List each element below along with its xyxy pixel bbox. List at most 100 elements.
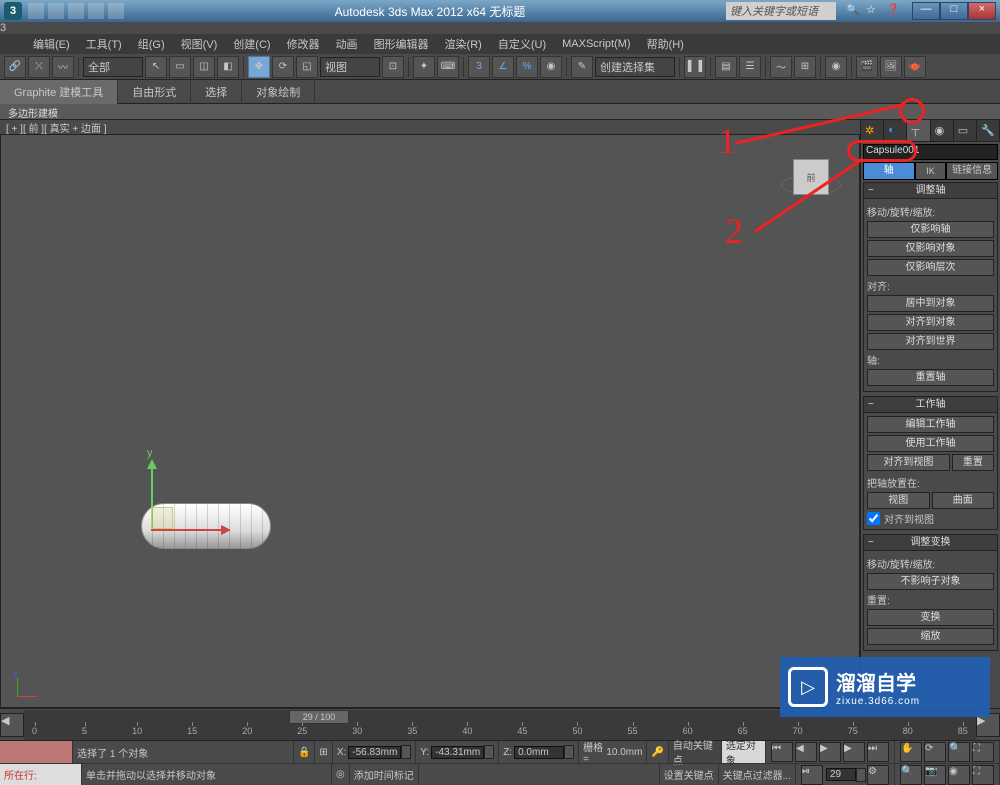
- menu-animation[interactable]: 动画: [328, 34, 366, 54]
- viewport-label[interactable]: [ + ][ 前 ][ 真实 + 边面 ]: [0, 120, 860, 134]
- coord-y-spinner[interactable]: [484, 745, 494, 759]
- time-tag-button[interactable]: 添加时间标记: [350, 764, 419, 785]
- nav-pan-icon[interactable]: ✋: [900, 742, 922, 762]
- percent-snap-icon[interactable]: %: [516, 56, 538, 78]
- use-working-pivot-button[interactable]: 使用工作轴: [867, 435, 994, 452]
- menu-tools[interactable]: 工具(T): [78, 34, 130, 54]
- exchange-icon[interactable]: ❓: [886, 3, 902, 19]
- menu-edit[interactable]: 编辑(E): [25, 34, 78, 54]
- subtab-linkinfo[interactable]: 链接信息: [946, 162, 998, 180]
- rollout-adjustpivot-header[interactable]: 调整轴: [864, 183, 997, 199]
- align-icon[interactable]: ▤: [715, 56, 737, 78]
- named-selection-dropdown[interactable]: 创建选择集: [595, 57, 675, 77]
- goto-start-icon[interactable]: ⏮: [771, 742, 793, 762]
- align-to-world-button[interactable]: 对齐到世界: [867, 333, 994, 350]
- select-region-icon[interactable]: ◫: [193, 56, 215, 78]
- snap-toggle-icon[interactable]: 3: [468, 56, 490, 78]
- coord-y-field[interactable]: -43.31mm: [431, 746, 484, 759]
- time-slider-handle[interactable]: 29 / 100: [289, 710, 349, 724]
- scale-icon[interactable]: ◱: [296, 56, 318, 78]
- qat-save-icon[interactable]: [68, 3, 84, 19]
- render-setup-icon[interactable]: 🎬: [856, 56, 878, 78]
- mirror-icon[interactable]: ▌▐: [684, 56, 706, 78]
- select-icon[interactable]: ↖: [145, 56, 167, 78]
- close-button[interactable]: ×: [968, 2, 996, 20]
- nav-maxtoggle-icon[interactable]: ⛶: [972, 765, 994, 785]
- window-crossing-icon[interactable]: ◧: [217, 56, 239, 78]
- menu-maxscript[interactable]: MAXScript(M): [554, 36, 638, 52]
- select-name-icon[interactable]: ▭: [169, 56, 191, 78]
- nav-arc-icon[interactable]: ⟳: [924, 742, 946, 762]
- dont-affect-children-button[interactable]: 不影响子对象: [867, 573, 994, 590]
- minimize-button[interactable]: —: [912, 2, 940, 20]
- layer-field[interactable]: 所在行:: [0, 764, 82, 785]
- rollout-workingpivot-header[interactable]: 工作轴: [864, 397, 997, 413]
- timeline-prev-icon[interactable]: ◀: [0, 713, 24, 737]
- bind-spacewarp-icon[interactable]: 〰: [52, 56, 74, 78]
- cmd-tab-display[interactable]: ▭: [954, 120, 977, 141]
- coord-z-field[interactable]: 0.0mm: [514, 746, 564, 759]
- rollout-adjusttransform-header[interactable]: 调整变换: [864, 535, 997, 551]
- play-icon[interactable]: ▶: [819, 742, 841, 762]
- cmd-tab-hierarchy[interactable]: ┬: [907, 120, 930, 141]
- menu-rendering[interactable]: 渲染(R): [437, 34, 490, 54]
- autokey-button[interactable]: 自动关键点: [669, 741, 722, 763]
- rotate-icon[interactable]: ⟳: [272, 56, 294, 78]
- nav-orbit-icon[interactable]: ◉: [948, 765, 970, 785]
- edit-named-sel-icon[interactable]: ✎: [571, 56, 593, 78]
- menu-modifiers[interactable]: 修改器: [279, 34, 328, 54]
- setkey-button[interactable]: 设置关键点: [660, 764, 719, 785]
- place-view-button[interactable]: 视图: [867, 492, 930, 509]
- material-editor-icon[interactable]: ◉: [825, 56, 847, 78]
- center-to-object-button[interactable]: 居中到对象: [867, 295, 994, 312]
- current-frame-field[interactable]: 29: [826, 768, 856, 781]
- nav-max-icon[interactable]: ⛶: [972, 742, 994, 762]
- app-menu-icon[interactable]: 3: [4, 2, 22, 20]
- cmd-tab-modify[interactable]: ◐: [884, 120, 907, 141]
- schematic-view-icon[interactable]: ⊞: [794, 56, 816, 78]
- render-icon[interactable]: 🫖: [904, 56, 926, 78]
- affect-object-only-button[interactable]: 仅影响对象: [867, 240, 994, 257]
- spinner-snap-icon[interactable]: ◉: [540, 56, 562, 78]
- move-icon[interactable]: ✥: [248, 56, 270, 78]
- place-surface-button[interactable]: 曲面: [932, 492, 995, 509]
- reset-scale-button[interactable]: 缩放: [867, 628, 994, 645]
- menu-grapheditors[interactable]: 图形编辑器: [366, 34, 437, 54]
- cmd-tab-motion[interactable]: ◉: [931, 120, 954, 141]
- isolate-icon[interactable]: ◎: [332, 764, 350, 785]
- qat-open-icon[interactable]: [48, 3, 64, 19]
- subtab-ik[interactable]: IK: [915, 162, 947, 180]
- reset-transform-button[interactable]: 变换: [867, 609, 994, 626]
- prev-frame-icon[interactable]: ◀: [795, 742, 817, 762]
- menu-views[interactable]: 视图(V): [173, 34, 226, 54]
- reset-pivot-button[interactable]: 重置轴: [867, 369, 994, 386]
- ribbon-freeform-tab[interactable]: 自由形式: [118, 80, 191, 104]
- link-icon[interactable]: 🔗: [4, 56, 26, 78]
- nav-zoom2-icon[interactable]: 🔍: [900, 765, 922, 785]
- absolute-mode-icon[interactable]: ⊞: [315, 741, 332, 763]
- nav-zoom-icon[interactable]: 🔍: [948, 742, 970, 762]
- menu-group[interactable]: 组(G): [130, 34, 173, 54]
- ribbon-graphite-tab[interactable]: Graphite 建模工具: [0, 80, 118, 104]
- coord-z-spinner[interactable]: [564, 745, 574, 759]
- infocenter-icon[interactable]: 🔍: [846, 3, 862, 19]
- key-filter-button[interactable]: 关键点过滤器...: [719, 764, 796, 785]
- keyboard-shortcut-icon[interactable]: ⌨: [437, 56, 459, 78]
- cmd-tab-create[interactable]: ✲: [861, 120, 884, 141]
- qat-new-icon[interactable]: [28, 3, 44, 19]
- pivot-center-icon[interactable]: ⊡: [382, 56, 404, 78]
- viewcube[interactable]: 前: [793, 159, 829, 195]
- coord-x-field[interactable]: -56.83mm: [348, 746, 401, 759]
- ribbon-selection-tab[interactable]: 选择: [191, 80, 242, 104]
- cmd-tab-utilities[interactable]: 🔧: [977, 120, 1000, 141]
- edit-working-pivot-button[interactable]: 编辑工作轴: [867, 416, 994, 433]
- qat-redo-icon[interactable]: [108, 3, 124, 19]
- maximize-button[interactable]: □: [940, 2, 968, 20]
- layers-icon[interactable]: ☰: [739, 56, 761, 78]
- key-selection-dropdown[interactable]: 选定对象: [722, 741, 766, 763]
- viewport-front[interactable]: 前 y z: [0, 134, 860, 708]
- manipulate-icon[interactable]: ✦: [413, 56, 435, 78]
- frame-spinner[interactable]: [856, 768, 866, 782]
- subtab-pivot[interactable]: 轴: [863, 162, 915, 180]
- object-name-field[interactable]: Capsule001: [863, 144, 998, 160]
